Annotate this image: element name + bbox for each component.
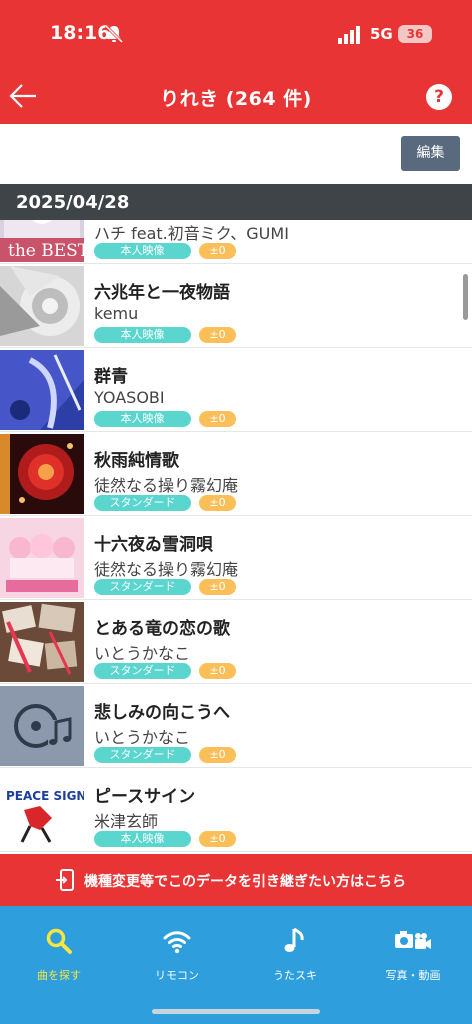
list-item[interactable]: とある竜の恋の歌 いとうかなこ スタンダード ±0 [0,600,472,684]
video-type-badge: 本人映像 [94,411,191,427]
search-icon [46,928,72,954]
help-button[interactable]: ? [426,84,452,110]
video-type-badge: スタンダード [94,747,191,763]
artist-name: kemu [94,304,139,323]
bottom-nav: 曲を探す リモコン うたスキ 写真・動画 [0,906,472,1024]
home-indicator [152,1009,320,1014]
nav-label-utasuki: うたスキ [273,969,317,982]
list-item[interactable]: 悲しみの向こうへ いとうかなこ スタンダード ±0 [0,684,472,768]
data-transfer-text: 機種変更等でこのデータを引き継ぎたい方はこちら [84,874,406,890]
page-title: りれき (264 件) [160,88,312,110]
album-art [0,350,84,430]
list-item[interactable]: 秋雨純情歌 徒然なる操り霧幻庵 スタンダード ±0 [0,432,472,516]
svg-text:the BEST: the BEST [8,241,84,261]
data-transfer-banner[interactable]: 機種変更等でこのデータを引き継ぎたい方はこちら [0,854,472,906]
score-badge: ±0 [199,831,236,847]
cd-music-icon [0,686,84,766]
song-title: 群青 [94,367,128,387]
transfer-icon [56,869,74,891]
score-badge: ±0 [199,327,236,343]
status-time: 18:16 [50,22,111,44]
no-artwork-placeholder [0,686,84,766]
svg-text:PEACE SIGN: PEACE SIGN [6,789,84,803]
video-type-badge: 本人映像 [94,831,191,847]
scrollbar[interactable] [463,274,468,320]
song-title: 秋雨純情歌 [94,451,179,471]
score-badge: ±0 [199,579,236,595]
song-title: 六兆年と一夜物語 [94,283,230,303]
video-type-badge: スタンダード [94,495,191,511]
network-type: 5G [370,25,393,43]
edit-button[interactable]: 編集 [401,136,460,171]
artist-name: 米津玄師 [94,812,159,831]
nav-item-utasuki[interactable]: うたスキ [236,920,354,990]
score-badge: ±0 [199,495,236,511]
score-badge: ±0 [199,663,236,679]
nav-item-remote[interactable]: リモコン [118,920,236,990]
artist-name: 徒然なる操り霧幻庵 [94,560,239,579]
bell-off-icon [104,24,124,44]
artist-name: 徒然なる操り霧幻庵 [94,476,239,495]
song-title: ピースサイン [94,787,196,807]
list-item[interactable]: 六兆年と一夜物語 kemu 本人映像 ±0 [0,264,472,348]
battery-icon: 36 [398,25,432,43]
album-art [0,266,84,346]
list-item[interactable]: PEACE SIGN ピースサイン 米津玄師 本人映像 ±0 [0,768,472,852]
nav-label-photo-video: 写真・動画 [385,969,441,982]
score-badge: ±0 [199,243,236,259]
wifi-icon [163,931,191,954]
artist-name: いとうかなこ [94,644,191,663]
album-art: PEACE SIGN [0,770,84,850]
video-type-badge: スタンダード [94,579,191,595]
song-title: 十六夜ゐ雪洞唄 [94,535,213,555]
song-title: 悲しみの向こうへ [94,703,230,723]
score-badge: ±0 [199,747,236,763]
list-item[interactable]: the BEST ハチ feat.初音ミク、GUMI 本人映像 ±0 [0,220,472,264]
toolbar: 編集 [0,124,472,184]
nav-label-remote: リモコン [155,969,199,982]
video-type-badge: 本人映像 [94,327,191,343]
music-note-icon [284,927,304,952]
album-art [0,518,84,598]
album-art [0,602,84,682]
album-art: the BEST [0,220,84,262]
artist-name: YOASOBI [94,388,165,407]
list-item[interactable]: 群青 YOASOBI 本人映像 ±0 [0,348,472,432]
album-art [0,434,84,514]
app-header: りれき (264 件) ? [0,68,472,124]
nav-item-photo-video[interactable]: 写真・動画 [354,920,472,990]
video-type-badge: 本人映像 [94,243,191,259]
artist-name: いとうかなこ [94,728,191,747]
song-title: とある竜の恋の歌 [94,619,230,639]
artist-name: ハチ feat.初音ミク、GUMI [94,224,289,243]
nav-item-search[interactable]: 曲を探す [0,920,118,990]
nav-label-search: 曲を探す [37,969,81,982]
history-list[interactable]: the BEST ハチ feat.初音ミク、GUMI 本人映像 ±0 六兆年と一… [0,220,472,854]
status-bar: 18:16 5G 36 [0,0,472,68]
list-item[interactable]: 十六夜ゐ雪洞唄 徒然なる操り霧幻庵 スタンダード ±0 [0,516,472,600]
score-badge: ±0 [199,411,236,427]
video-type-badge: スタンダード [94,663,191,679]
date-section-header: 2025/04/28 [0,184,472,220]
camera-video-icon [395,931,431,949]
signal-icon [338,26,360,44]
